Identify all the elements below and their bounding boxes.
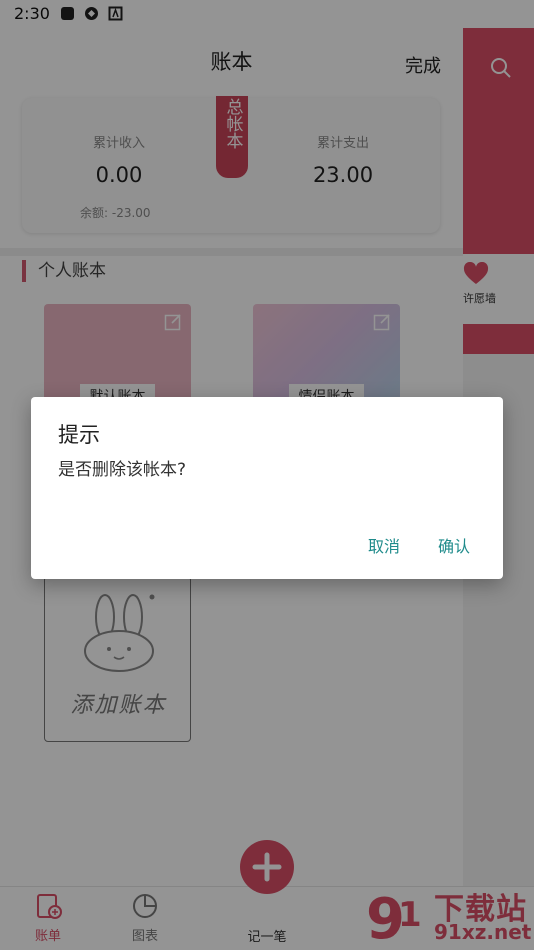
cancel-button[interactable]: 取消: [368, 533, 400, 557]
dialog-title: 提示: [58, 423, 100, 447]
confirm-delete-dialog: 提示 是否删除该帐本? 取消 确认: [31, 397, 503, 579]
confirm-button[interactable]: 确认: [438, 533, 470, 557]
dialog-message: 是否删除该帐本?: [58, 460, 187, 480]
